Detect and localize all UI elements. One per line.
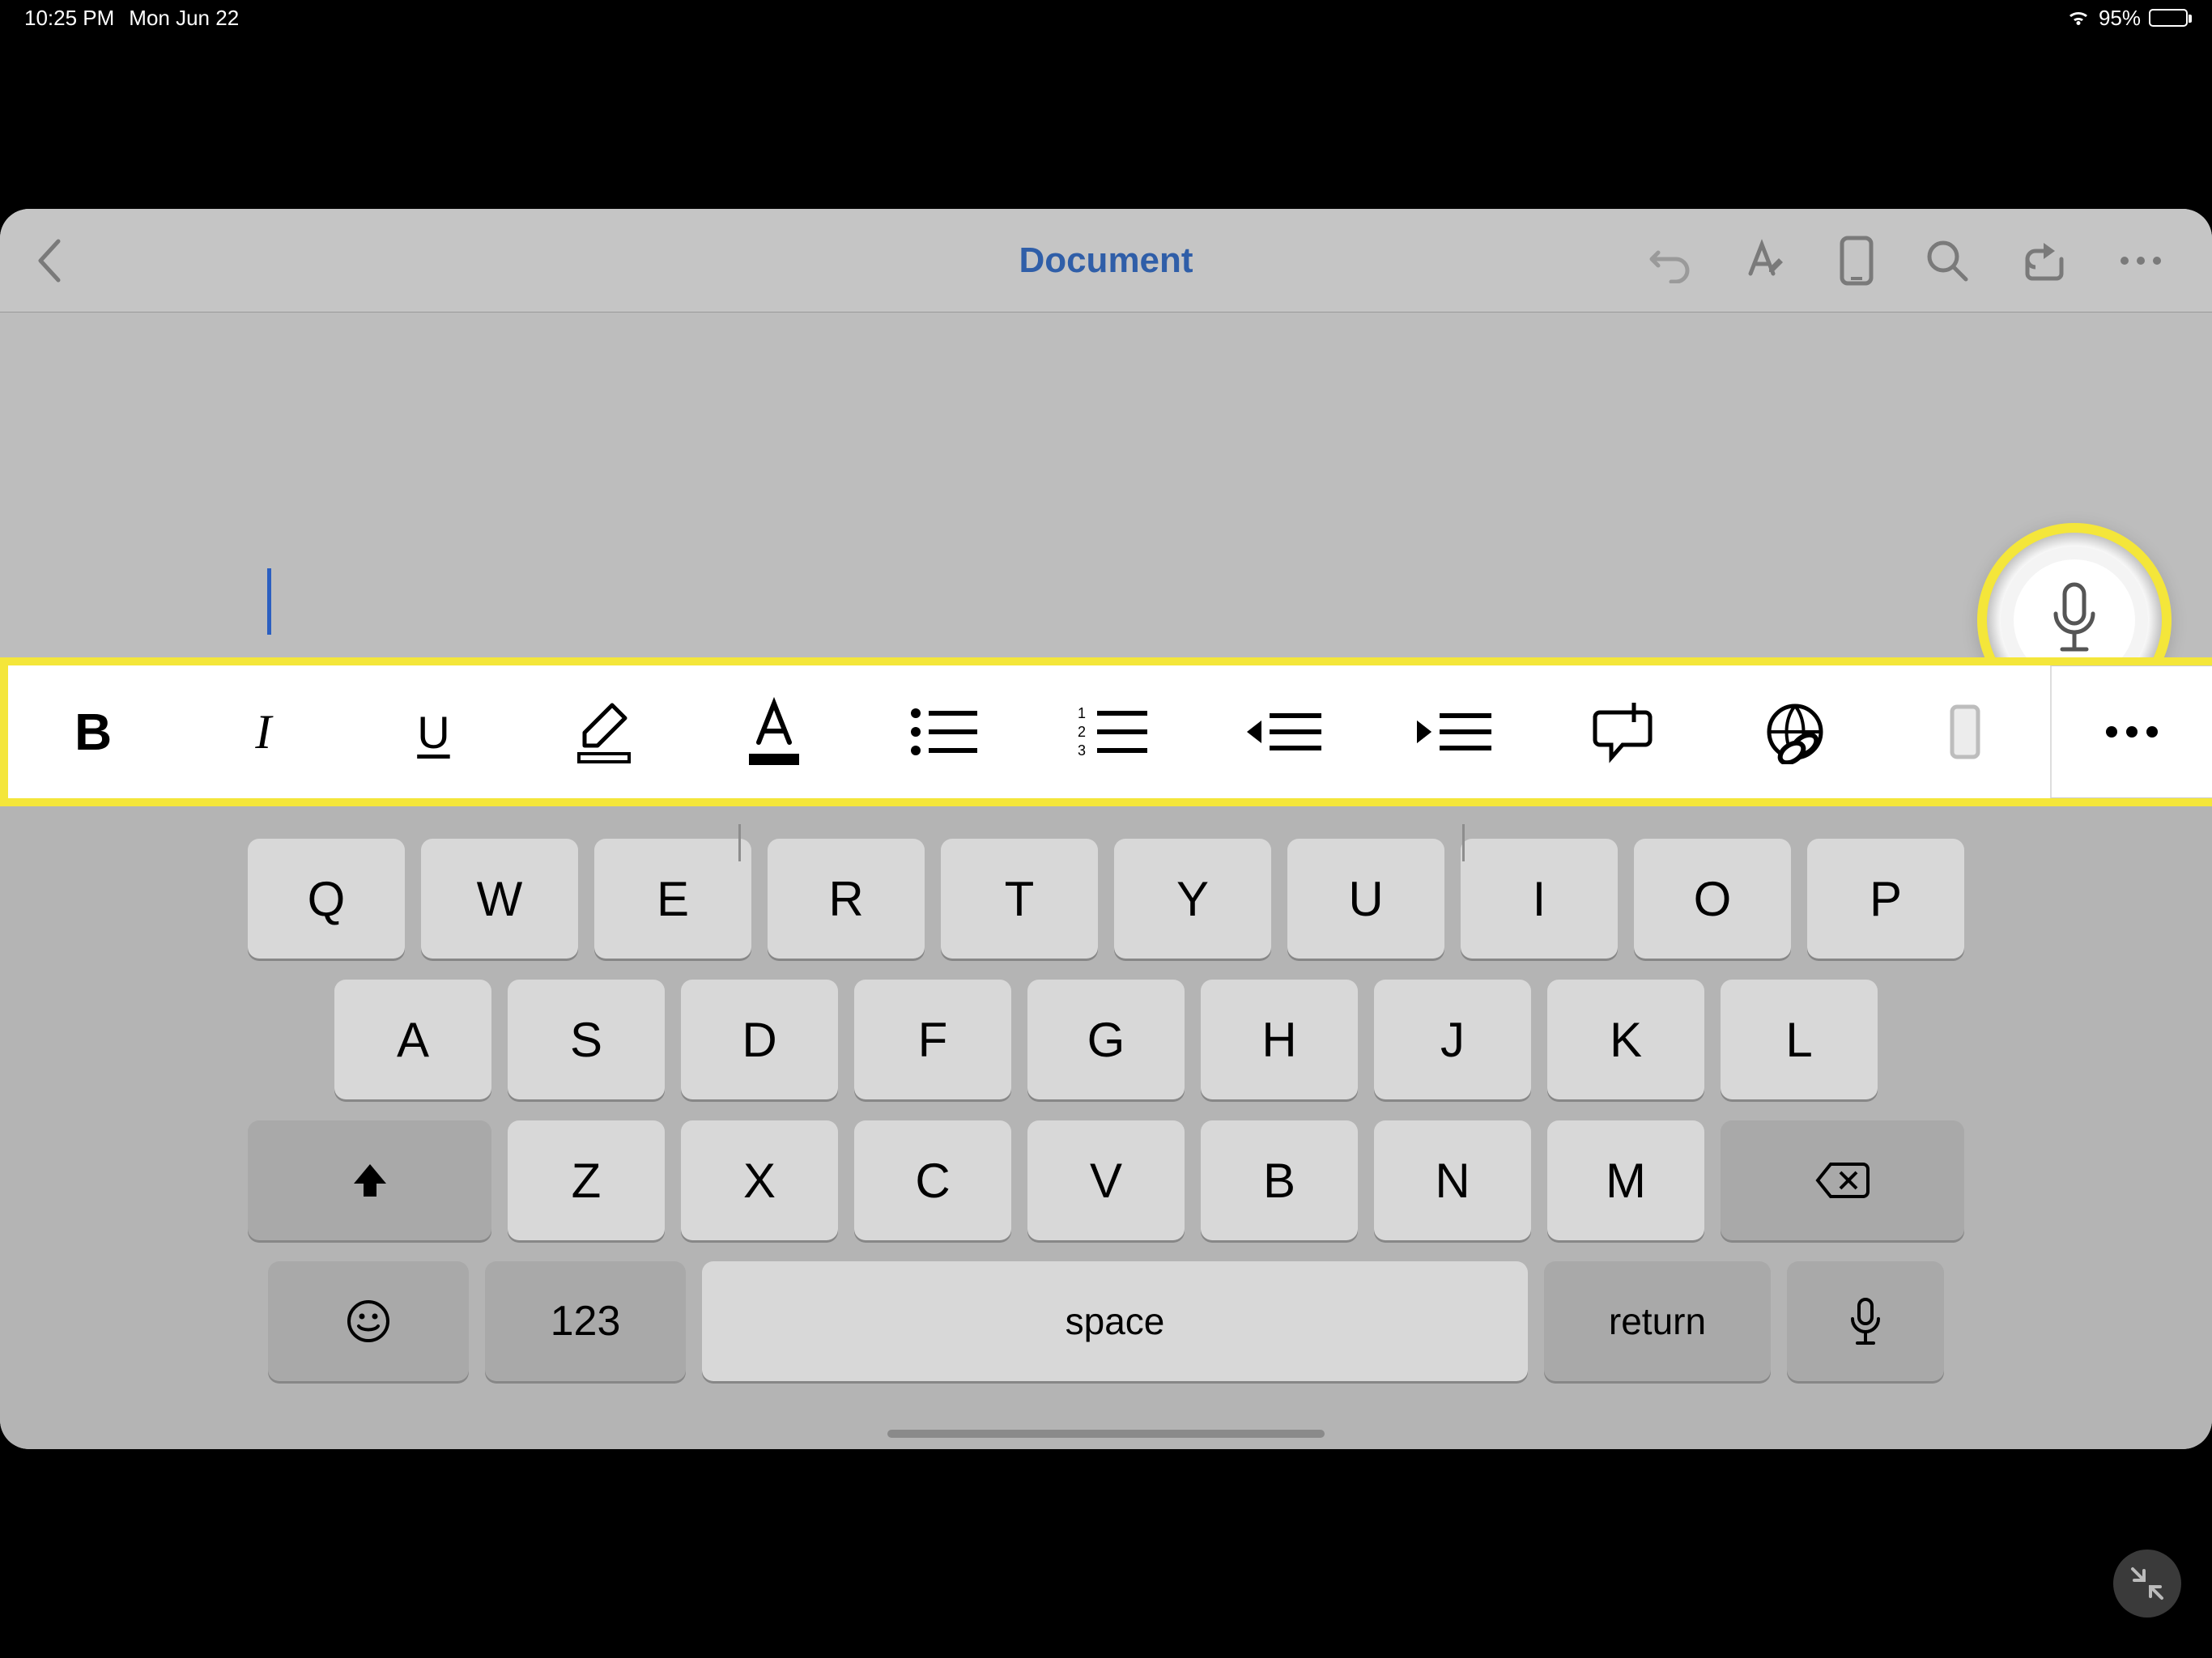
key-a[interactable]: A (334, 980, 491, 1099)
font-color-button[interactable] (689, 665, 859, 798)
key-emoji[interactable] (268, 1261, 469, 1381)
document-canvas[interactable] (0, 312, 2212, 657)
ribbon-more-button[interactable] (2050, 665, 2212, 798)
svg-text:1: 1 (1078, 705, 1086, 721)
key-space[interactable]: space (702, 1261, 1528, 1381)
key-return[interactable]: return (1544, 1261, 1771, 1381)
home-indicator[interactable] (887, 1430, 1325, 1438)
key-backspace[interactable] (1721, 1120, 1964, 1240)
word-app: Document (0, 209, 2212, 1449)
arrows-in-icon (2129, 1566, 2165, 1601)
key-j[interactable]: J (1374, 980, 1531, 1099)
bold-button[interactable]: B (8, 665, 178, 798)
back-button[interactable] (0, 209, 97, 312)
undo-icon[interactable] (1647, 238, 1692, 283)
numbered-list-button[interactable]: 1 2 3 (1029, 665, 1199, 798)
highlight-color-button[interactable] (519, 665, 689, 798)
keyboard-row-1: Q W E R T Y U I O P (240, 839, 1972, 959)
key-f[interactable]: F (854, 980, 1011, 1099)
key-l[interactable]: L (1721, 980, 1878, 1099)
shift-icon (349, 1159, 391, 1201)
key-shift[interactable] (248, 1120, 491, 1240)
key-v[interactable]: V (1027, 1120, 1185, 1240)
pip-collapse-button[interactable] (2113, 1550, 2181, 1618)
search-icon[interactable] (1924, 237, 1971, 284)
more-icon[interactable] (2118, 254, 2163, 267)
status-date: Mon Jun 22 (129, 6, 239, 31)
keyboard-row-3: Z X C V B N M (240, 1120, 1972, 1240)
key-k[interactable]: K (1547, 980, 1704, 1099)
wifi-icon (2066, 9, 2091, 27)
key-u[interactable]: U (1287, 839, 1444, 959)
svg-text:2: 2 (1078, 724, 1086, 740)
key-t[interactable]: T (941, 839, 1098, 959)
keyboard-row-2: A S D F G H J K L (240, 980, 1972, 1099)
onscreen-keyboard: Q W E R T Y U I O P A S D F G H (0, 806, 2212, 1449)
key-q[interactable]: Q (248, 839, 405, 959)
key-i[interactable]: I (1461, 839, 1618, 959)
formatting-ribbon: B I U 1 2 3 (8, 665, 2050, 798)
key-o[interactable]: O (1634, 839, 1791, 959)
key-r[interactable]: R (768, 839, 925, 959)
key-y[interactable]: Y (1114, 839, 1271, 959)
key-w[interactable]: W (421, 839, 578, 959)
share-icon[interactable] (2019, 238, 2069, 283)
decrease-indent-button[interactable] (1369, 665, 1539, 798)
key-h[interactable]: H (1201, 980, 1358, 1099)
bullet-list-button[interactable] (859, 665, 1029, 798)
battery-pct: 95% (2099, 6, 2141, 31)
key-dictation[interactable] (1787, 1261, 1944, 1381)
add-comment-button[interactable] (1540, 665, 1710, 798)
key-z[interactable]: Z (508, 1120, 665, 1240)
key-e[interactable]: E (594, 839, 751, 959)
insert-link-button[interactable] (1710, 665, 1880, 798)
mobile-view-icon[interactable] (1838, 235, 1875, 287)
emoji-icon (346, 1299, 391, 1344)
key-c[interactable]: C (854, 1120, 1011, 1240)
text-cursor (267, 568, 271, 635)
status-bar: 10:25 PM Mon Jun 22 95% (0, 0, 2212, 36)
microphone-icon (1848, 1296, 1883, 1346)
doc-header: Document (0, 209, 2212, 312)
key-n[interactable]: N (1374, 1120, 1531, 1240)
font-style-icon[interactable] (1741, 236, 1789, 285)
key-g[interactable]: G (1027, 980, 1185, 1099)
status-time: 10:25 PM (24, 6, 114, 31)
key-p[interactable]: P (1807, 839, 1964, 959)
svg-text:3: 3 (1078, 742, 1086, 759)
underline-button[interactable]: U (348, 665, 518, 798)
keyboard-row-4: 123 space return (240, 1261, 1972, 1381)
battery-icon (2149, 9, 2188, 27)
microphone-icon (2046, 580, 2103, 661)
backspace-icon (1814, 1161, 1871, 1200)
increase-indent-button[interactable] (1199, 665, 1369, 798)
key-d[interactable]: D (681, 980, 838, 1099)
insert-media-button[interactable] (1880, 665, 2050, 798)
key-b[interactable]: B (1201, 1120, 1358, 1240)
formatting-ribbon-highlight: B I U 1 2 3 (0, 657, 2212, 806)
italic-button[interactable]: I (178, 665, 348, 798)
key-numbers[interactable]: 123 (485, 1261, 686, 1381)
key-x[interactable]: X (681, 1120, 838, 1240)
key-m[interactable]: M (1547, 1120, 1704, 1240)
device-frame: 10:25 PM Mon Jun 22 95% Document (0, 0, 2212, 1658)
key-s[interactable]: S (508, 980, 665, 1099)
